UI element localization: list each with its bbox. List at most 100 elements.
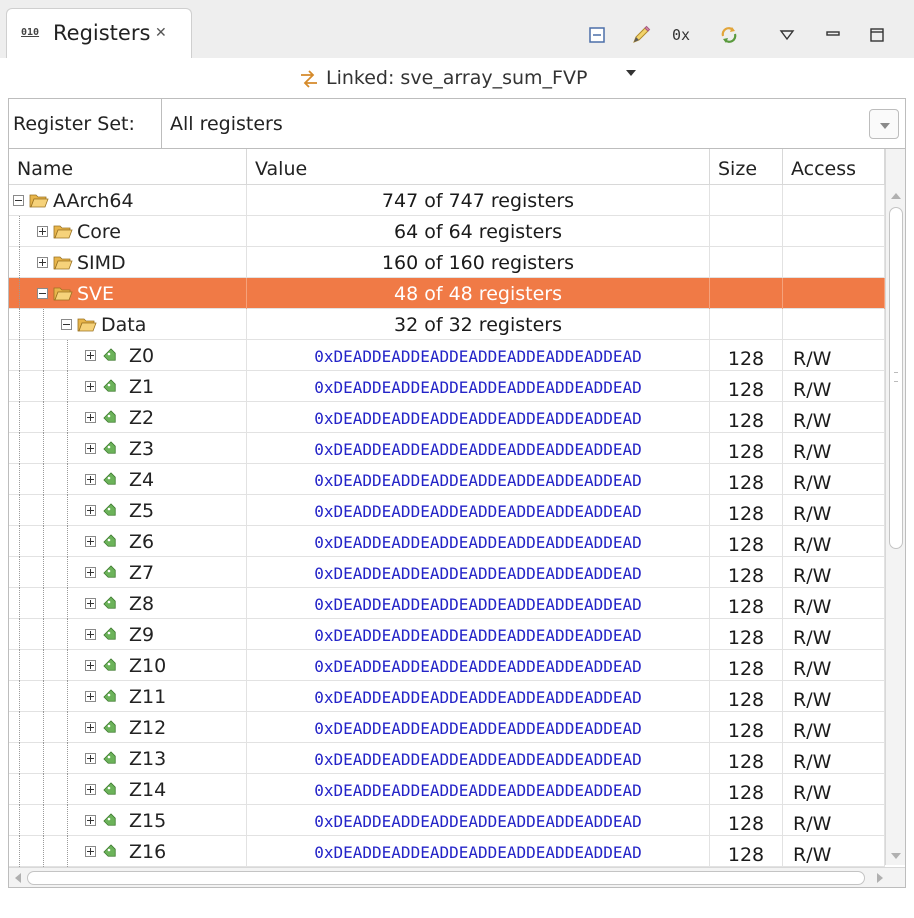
register-row[interactable]: Z10 0xDEADDEADDEADDEADDEADDEADDEADDEAD 128… <box>9 650 885 681</box>
register-value-cell[interactable]: 0xDEADDEADDEADDEADDEADDEADDEADDEAD <box>247 836 710 867</box>
tree-guide-line <box>19 619 20 650</box>
view-menu-button[interactable] <box>774 22 800 48</box>
expand-node-icon[interactable] <box>85 536 96 547</box>
expand-node-icon[interactable] <box>85 691 96 702</box>
name-cell: Z10 <box>9 650 247 681</box>
size-cell: 128 <box>710 743 783 774</box>
register-value-cell[interactable]: 0xDEADDEADDEADDEADDEADDEADDEADDEAD <box>247 464 710 495</box>
value-text: 0xDEADDEADDEADDEADDEADDEADDEADDEAD <box>314 502 642 521</box>
register-row[interactable]: Z8 0xDEADDEADDEADDEADDEADDEADDEADDEAD 128 R… <box>9 588 885 619</box>
register-row[interactable]: Z9 0xDEADDEADDEADDEADDEADDEADDEADDEAD 128 R… <box>9 619 885 650</box>
close-tab-icon[interactable]: ✕ <box>155 21 167 45</box>
horizontal-scroll-thumb[interactable] <box>27 871 865 885</box>
register-value-cell[interactable]: 0xDEADDEADDEADDEADDEADDEADDEADDEAD <box>247 588 710 619</box>
register-row[interactable]: Z13 0xDEADDEADDEADDEADDEADDEADDEADDEAD 128… <box>9 743 885 774</box>
register-value-cell[interactable]: 0xDEADDEADDEADDEADDEADDEADDEADDEAD <box>247 774 710 805</box>
register-row[interactable]: Z3 0xDEADDEADDEADDEADDEADDEADDEADDEAD 128 R… <box>9 433 885 464</box>
register-value-cell[interactable]: 0xDEADDEADDEADDEADDEADDEADDEADDEAD <box>247 743 710 774</box>
register-row[interactable]: Z7 0xDEADDEADDEADDEADDEADDEADDEADDEAD 128 R… <box>9 557 885 588</box>
register-value-cell[interactable]: 0xDEADDEADDEADDEADDEADDEADDEADDEAD <box>247 340 710 371</box>
tree-group-row[interactable]: SVE 48 of 48 registers <box>9 278 885 309</box>
maximize-button[interactable] <box>864 22 890 48</box>
value-text: 48 of 48 registers <box>394 283 562 305</box>
register-value-cell[interactable]: 0xDEADDEADDEADDEADDEADDEADDEADDEAD <box>247 557 710 588</box>
scroll-up-arrow-icon[interactable] <box>891 193 901 199</box>
register-icon <box>103 410 116 423</box>
expand-node-icon[interactable] <box>85 815 96 826</box>
expand-node-icon[interactable] <box>85 629 96 640</box>
register-value-cell[interactable]: 0xDEADDEADDEADDEADDEADDEADDEADDEAD <box>247 619 710 650</box>
register-value-cell[interactable]: 0xDEADDEADDEADDEADDEADDEADDEADDEAD <box>247 526 710 557</box>
collapse-all-button[interactable] <box>584 22 610 48</box>
tree-group-row[interactable]: AArch64 747 of 747 registers <box>9 185 885 216</box>
column-header-value[interactable]: Value <box>247 149 710 185</box>
linked-connection-bar[interactable]: Linked: sve_array_sum_FVP <box>0 58 914 98</box>
expand-node-icon[interactable] <box>85 784 96 795</box>
collapse-node-icon[interactable] <box>61 319 72 330</box>
register-value-cell[interactable]: 0xDEADDEADDEADDEADDEADDEADDEADDEAD <box>247 495 710 526</box>
column-header-size[interactable]: Size <box>710 149 783 185</box>
register-row[interactable]: Z2 0xDEADDEADDEADDEADDEADDEADDEADDEAD 128 R… <box>9 402 885 433</box>
tree-group-row[interactable]: Data 32 of 32 registers <box>9 309 885 340</box>
expand-node-icon[interactable] <box>85 443 96 454</box>
column-header-name[interactable]: Name <box>9 149 247 185</box>
register-row[interactable]: Z12 0xDEADDEADDEADDEADDEADDEADDEADDEAD 128… <box>9 712 885 743</box>
minimize-button[interactable] <box>820 22 846 48</box>
collapse-node-icon[interactable] <box>37 288 48 299</box>
tree-group-row[interactable]: SIMD 160 of 160 registers <box>9 247 885 278</box>
register-value-cell[interactable]: 0xDEADDEADDEADDEADDEADDEADDEADDEAD <box>247 681 710 712</box>
expand-node-icon[interactable] <box>37 226 48 237</box>
refresh-button[interactable] <box>716 22 742 48</box>
register-row[interactable]: Z16 0xDEADDEADDEADDEADDEADDEADDEADDEAD 128… <box>9 836 885 867</box>
scroll-left-arrow-icon[interactable] <box>15 873 21 883</box>
expand-node-icon[interactable] <box>85 505 96 516</box>
register-value-cell[interactable]: 0xDEADDEADDEADDEADDEADDEADDEADDEAD <box>247 805 710 836</box>
register-row[interactable]: Z0 0xDEADDEADDEADDEADDEADDEADDEADDEAD 128 R… <box>9 340 885 371</box>
register-value-cell[interactable]: 0xDEADDEADDEADDEADDEADDEADDEADDEAD <box>247 371 710 402</box>
vertical-scroll-thumb[interactable] <box>889 207 903 549</box>
column-header-access[interactable]: Access <box>783 149 885 185</box>
tree-guide-line <box>43 743 44 774</box>
expand-node-icon[interactable] <box>85 567 96 578</box>
register-value-cell[interactable]: 0xDEADDEADDEADDEADDEADDEADDEADDEAD <box>247 402 710 433</box>
expand-node-icon[interactable] <box>85 660 96 671</box>
register-name-label: Z3 <box>129 438 155 460</box>
scroll-down-arrow-icon[interactable] <box>891 853 901 859</box>
expand-node-icon[interactable] <box>85 846 96 857</box>
vertical-scrollbar[interactable] <box>885 149 905 865</box>
register-value-cell[interactable]: 0xDEADDEADDEADDEADDEADDEADDEADDEAD <box>247 433 710 464</box>
registers-tab[interactable]: 010 Registers ✕ <box>6 8 192 58</box>
register-row[interactable]: Z15 0xDEADDEADDEADDEADDEADDEADDEADDEAD 128… <box>9 805 885 836</box>
chevron-down-icon[interactable] <box>626 70 636 76</box>
collapse-all-icon <box>589 27 605 43</box>
expand-node-icon[interactable] <box>85 412 96 423</box>
registers-view-icon: 010 <box>21 27 40 38</box>
register-row[interactable]: Z14 0xDEADDEADDEADDEADDEADDEADDEADDEAD 128… <box>9 774 885 805</box>
expand-node-icon[interactable] <box>85 753 96 764</box>
tree-group-row[interactable]: Core 64 of 64 registers <box>9 216 885 247</box>
dropdown-arrow-icon[interactable] <box>869 109 899 139</box>
register-row[interactable]: Z5 0xDEADDEADDEADDEADDEADDEADDEADDEAD 128 R… <box>9 495 885 526</box>
register-row[interactable]: Z4 0xDEADDEADDEADDEADDEADDEADDEADDEAD 128 R… <box>9 464 885 495</box>
expand-node-icon[interactable] <box>37 257 48 268</box>
scroll-right-arrow-icon[interactable] <box>877 873 883 883</box>
value-text: 0xDEADDEADDEADDEADDEADDEADDEADDEAD <box>314 533 642 552</box>
expand-node-icon[interactable] <box>85 474 96 485</box>
hex-format-button[interactable]: 0x <box>668 22 694 48</box>
access-cell: R/W <box>783 526 885 557</box>
expand-node-icon[interactable] <box>85 350 96 361</box>
expand-node-icon[interactable] <box>85 598 96 609</box>
expand-node-icon[interactable] <box>85 381 96 392</box>
register-row[interactable]: Z6 0xDEADDEADDEADDEADDEADDEADDEADDEAD 128 R… <box>9 526 885 557</box>
edit-register-button[interactable] <box>628 22 654 48</box>
horizontal-scrollbar[interactable] <box>9 867 905 887</box>
scroll-grip-icon <box>894 372 898 382</box>
register-set-select[interactable]: All registers <box>161 99 905 148</box>
register-value-cell[interactable]: 0xDEADDEADDEADDEADDEADDEADDEADDEAD <box>247 650 710 681</box>
collapse-node-icon[interactable] <box>13 195 24 206</box>
name-cell: SVE <box>9 278 247 309</box>
expand-node-icon[interactable] <box>85 722 96 733</box>
register-row[interactable]: Z11 0xDEADDEADDEADDEADDEADDEADDEADDEAD 128… <box>9 681 885 712</box>
register-value-cell[interactable]: 0xDEADDEADDEADDEADDEADDEADDEADDEAD <box>247 712 710 743</box>
register-row[interactable]: Z1 0xDEADDEADDEADDEADDEADDEADDEADDEAD 128 R… <box>9 371 885 402</box>
